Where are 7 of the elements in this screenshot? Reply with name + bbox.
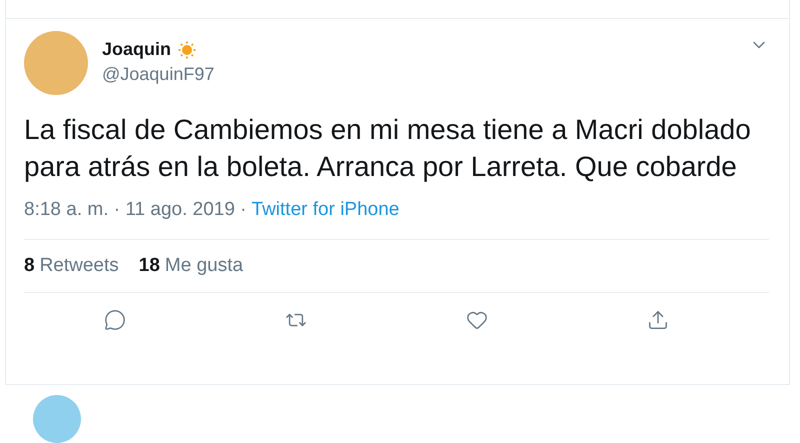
author-name[interactable]: Joaquin [102, 39, 172, 60]
tweet-text: La fiscal de Cambiemos en mi mesa tiene a Macri doblado para atrás en la boleta. Arranca por Larreta. Que cobarde [24, 113, 752, 184]
timestamp: 8:18 a. m. · 11 ago. 2019 · [24, 199, 247, 222]
author-handle: @JoaquinF97 [102, 64, 216, 86]
stat-link[interactable]: 8 Retweets [24, 255, 119, 278]
sun-icon [177, 40, 198, 60]
stat-link[interactable]: 18 Me gusta [138, 255, 244, 278]
